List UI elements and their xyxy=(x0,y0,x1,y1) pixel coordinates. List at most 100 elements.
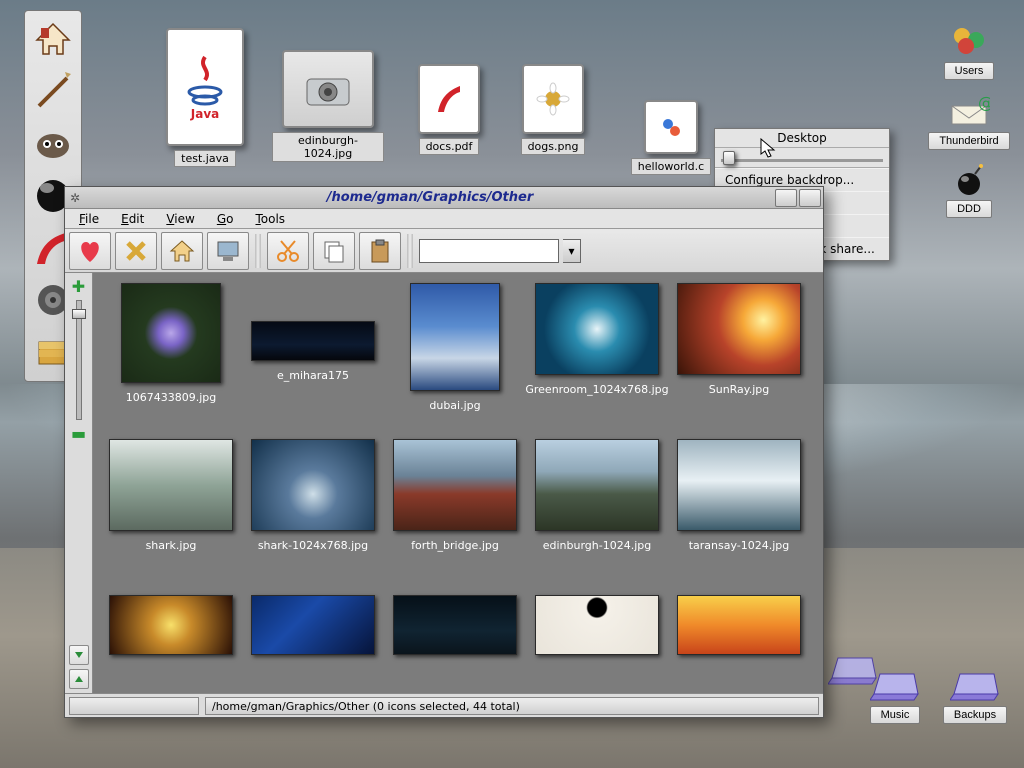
heart-icon xyxy=(76,238,104,264)
filer-title-path: /home/gman/Graphics/Other xyxy=(85,190,775,205)
context-menu-slider[interactable] xyxy=(715,148,889,168)
window-menu-icon[interactable]: ✲ xyxy=(65,191,85,205)
thumb-label: shark-1024x768.jpg xyxy=(258,539,368,552)
filer-menubar: File Edit View Go Tools xyxy=(65,209,823,229)
thumb-item[interactable] xyxy=(529,595,665,693)
desktop-file-docs-pdf[interactable]: docs.pdf xyxy=(410,64,488,155)
ddd-button-label: DDD xyxy=(946,200,992,218)
status-slot-left xyxy=(69,697,199,715)
toolbar-computer-button[interactable] xyxy=(207,232,249,270)
dock-home-icon[interactable] xyxy=(30,17,76,63)
users-button-label: Users xyxy=(944,62,995,80)
window-button-1[interactable] xyxy=(775,189,797,207)
thumb-item[interactable] xyxy=(671,595,807,693)
scissors-icon xyxy=(275,238,301,264)
clipboard-icon xyxy=(368,238,392,264)
menu-file[interactable]: File xyxy=(79,212,99,226)
flower-icon xyxy=(536,82,570,116)
toolbar-copy-button[interactable] xyxy=(313,232,355,270)
thumb-item[interactable]: edinburgh-1024.jpg xyxy=(529,439,665,589)
folder-backups-label: Backups xyxy=(943,706,1007,724)
thunderbird-launcher[interactable]: @ Thunderbird xyxy=(928,96,1010,150)
thunderbird-button-label: Thunderbird xyxy=(928,132,1009,150)
desktop-file-dogs-png[interactable]: dogs.png xyxy=(514,64,592,155)
home-icon xyxy=(169,238,195,264)
desktop-file-test-java[interactable]: Java test.java xyxy=(160,28,250,167)
thumb-item[interactable] xyxy=(245,595,381,693)
chevron-down-icon xyxy=(73,649,85,661)
thumb-item[interactable]: shark-1024x768.jpg xyxy=(245,439,381,589)
filer-toolbar: ▾ xyxy=(65,229,823,273)
side-nav-down[interactable] xyxy=(69,645,89,665)
filer-titlebar[interactable]: ✲ /home/gman/Graphics/Other xyxy=(65,187,823,209)
toolbar-path-input[interactable] xyxy=(419,239,559,263)
mail-icon: @ xyxy=(948,96,990,128)
thumb-item[interactable]: SunRay.jpg xyxy=(671,283,807,433)
menu-view[interactable]: View xyxy=(166,212,194,226)
filer-side-controls: ✚ ▬ xyxy=(65,273,93,693)
folder-icon xyxy=(828,648,878,686)
java-logo-icon: Java xyxy=(180,52,230,122)
users-icon xyxy=(948,24,990,58)
thumb-item[interactable]: dubai.jpg xyxy=(387,283,523,433)
x-icon xyxy=(124,239,148,263)
thumb-label: Greenroom_1024x768.jpg xyxy=(525,383,668,396)
menu-tools[interactable]: Tools xyxy=(255,212,285,226)
desktop-file-edinburgh[interactable]: edinburgh-1024.jpg xyxy=(272,50,384,162)
toolbar-favorite-button[interactable] xyxy=(69,232,111,270)
svg-text:Java: Java xyxy=(190,107,219,121)
folder-partial[interactable] xyxy=(816,648,890,690)
toolbar-home-button[interactable] xyxy=(161,232,203,270)
filer-thumbnail-area[interactable]: 1067433809.jpg e_mihara175 dubai.jpg Gre… xyxy=(93,273,823,693)
desktop-file-label: edinburgh-1024.jpg xyxy=(272,132,384,162)
context-menu-title: Desktop xyxy=(715,129,889,148)
c-source-icon xyxy=(660,116,682,138)
thumb-item[interactable]: taransay-1024.jpg xyxy=(671,439,807,589)
bomb-icon xyxy=(951,162,987,196)
thumb-label: dubai.jpg xyxy=(429,399,480,412)
desktop-file-label: helloworld.c xyxy=(631,158,711,175)
thumb-label: taransay-1024.jpg xyxy=(689,539,790,552)
menu-go[interactable]: Go xyxy=(217,212,234,226)
folder-music-label: Music xyxy=(870,706,921,724)
thumb-label: 1067433809.jpg xyxy=(126,391,217,404)
dock-gimp-icon[interactable] xyxy=(30,121,76,167)
camera-icon xyxy=(303,69,353,109)
menu-edit[interactable]: Edit xyxy=(121,212,144,226)
desktop-file-helloworld-c[interactable]: helloworld.c xyxy=(630,100,712,175)
zoom-slider[interactable] xyxy=(76,300,82,420)
ddd-launcher[interactable]: DDD xyxy=(932,162,1006,218)
thumb-item[interactable]: forth_bridge.jpg xyxy=(387,439,523,589)
folder-backups[interactable]: Backups xyxy=(938,664,1012,724)
thumb-item[interactable]: Greenroom_1024x768.jpg xyxy=(529,283,665,433)
filer-statusbar: /home/gman/Graphics/Other (0 icons selec… xyxy=(65,693,823,717)
toolbar-close-button[interactable] xyxy=(115,232,157,270)
thumb-label: SunRay.jpg xyxy=(709,383,770,396)
toolbar-cut-button[interactable] xyxy=(267,232,309,270)
thumb-label: edinburgh-1024.jpg xyxy=(543,539,652,552)
thumb-item[interactable]: 1067433809.jpg xyxy=(103,283,239,433)
thumb-item[interactable]: e_mihara175 xyxy=(245,283,381,433)
side-nav-up[interactable] xyxy=(69,669,89,689)
status-text: /home/gman/Graphics/Other (0 icons selec… xyxy=(205,697,819,715)
thumb-item[interactable] xyxy=(387,595,523,693)
thumb-label: forth_bridge.jpg xyxy=(411,539,499,552)
zoom-in-icon[interactable]: ✚ xyxy=(72,277,85,296)
thumb-label: e_mihara175 xyxy=(277,369,349,382)
thumb-item[interactable] xyxy=(103,595,239,693)
filer-window: ✲ /home/gman/Graphics/Other File Edit Vi… xyxy=(64,186,824,718)
thumb-item[interactable]: shark.jpg xyxy=(103,439,239,589)
chevron-up-icon xyxy=(73,673,85,685)
copy-icon xyxy=(321,238,347,264)
users-launcher[interactable]: Users xyxy=(932,24,1006,80)
dock-pen-icon[interactable] xyxy=(30,69,76,115)
monitor-icon xyxy=(215,239,241,263)
zoom-out-icon[interactable]: ▬ xyxy=(71,424,86,443)
desktop-file-label: test.java xyxy=(174,150,236,167)
toolbar-paste-button[interactable] xyxy=(359,232,401,270)
window-button-2[interactable] xyxy=(799,189,821,207)
svg-text:@: @ xyxy=(978,96,990,112)
pdf-icon xyxy=(436,84,462,114)
thumb-label: shark.jpg xyxy=(146,539,197,552)
toolbar-path-dropdown[interactable]: ▾ xyxy=(563,239,581,263)
